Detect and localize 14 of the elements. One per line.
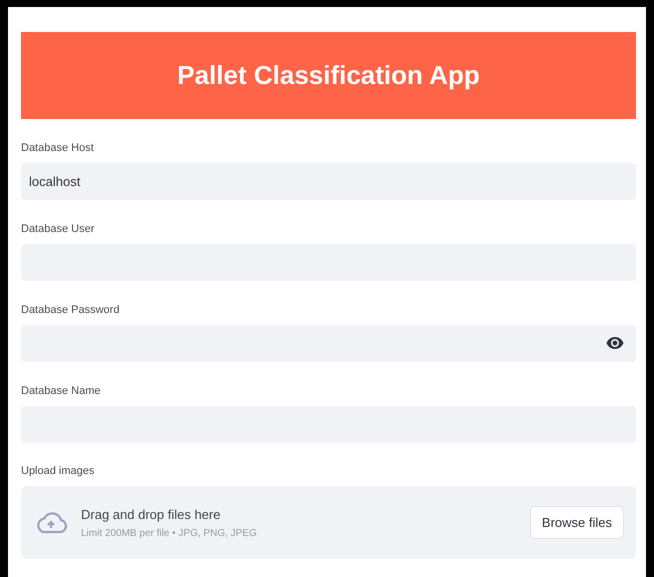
file-dropzone[interactable]: Drag and drop files here Limit 200MB per file • JPG, PNG, JPEG Browse files <box>21 486 636 559</box>
file-limits: Limit 200MB per file • JPG, PNG, JPEG <box>81 528 258 538</box>
field-label: Database Host <box>21 142 95 154</box>
input-field[interactable]: localhost <box>21 163 636 200</box>
eye-icon[interactable] <box>606 337 624 349</box>
field-label: Database User <box>21 223 96 235</box>
field-label: Database Name <box>21 385 102 397</box>
field-label: Database Password <box>21 304 120 316</box>
browse-files-button[interactable]: Browse files <box>530 506 624 539</box>
password-field[interactable] <box>21 325 636 362</box>
field-label: Upload images <box>21 465 96 477</box>
cloud-upload-icon <box>35 510 67 534</box>
app-title: Pallet Classification App <box>177 60 480 91</box>
dropzone-instruction: Drag and drop files here <box>81 506 222 522</box>
